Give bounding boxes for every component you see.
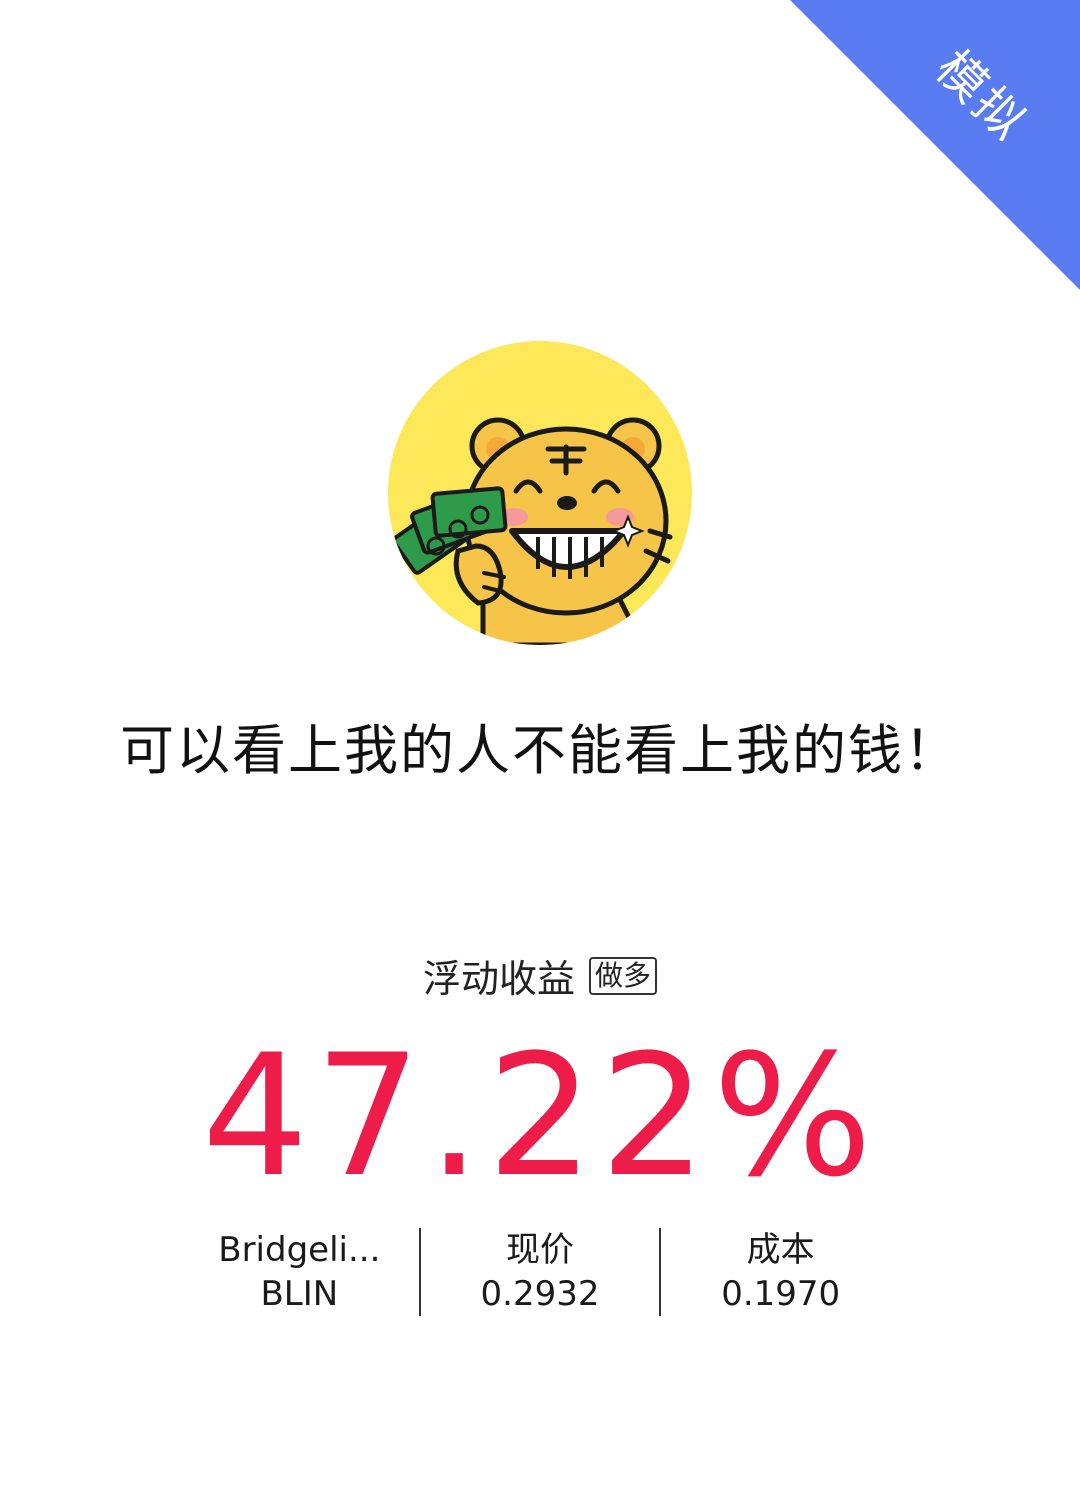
- current-price-value: 0.2932: [480, 1274, 600, 1314]
- position-direction-badge: 做多: [589, 956, 658, 995]
- stock-name-column: Bridgeli... BLIN: [180, 1228, 419, 1316]
- current-price-label: 现价: [506, 1230, 574, 1270]
- simulation-ribbon: 模拟: [790, 0, 1080, 290]
- cost-value: 0.1970: [721, 1274, 841, 1314]
- current-price-column: 现价 0.2932: [418, 1228, 660, 1316]
- floating-pnl-label: 浮动收益: [422, 957, 575, 1001]
- stock-name: Bridgeli...: [218, 1230, 381, 1270]
- floating-pnl-percentage: 47.22%: [201, 1018, 879, 1214]
- tiger-holding-money-icon: [388, 341, 692, 645]
- stock-ticker: BLIN: [260, 1274, 339, 1314]
- position-stats-row: Bridgeli... BLIN 现价 0.2932 成本 0.1970: [180, 1228, 900, 1316]
- slogan-text: 可以看上我的人不能看上我的钱！: [120, 719, 960, 782]
- cost-column: 成本 0.1970: [659, 1228, 900, 1316]
- floating-pnl-header: 浮动收益 做多: [0, 948, 1080, 1003]
- cost-label: 成本: [746, 1230, 815, 1270]
